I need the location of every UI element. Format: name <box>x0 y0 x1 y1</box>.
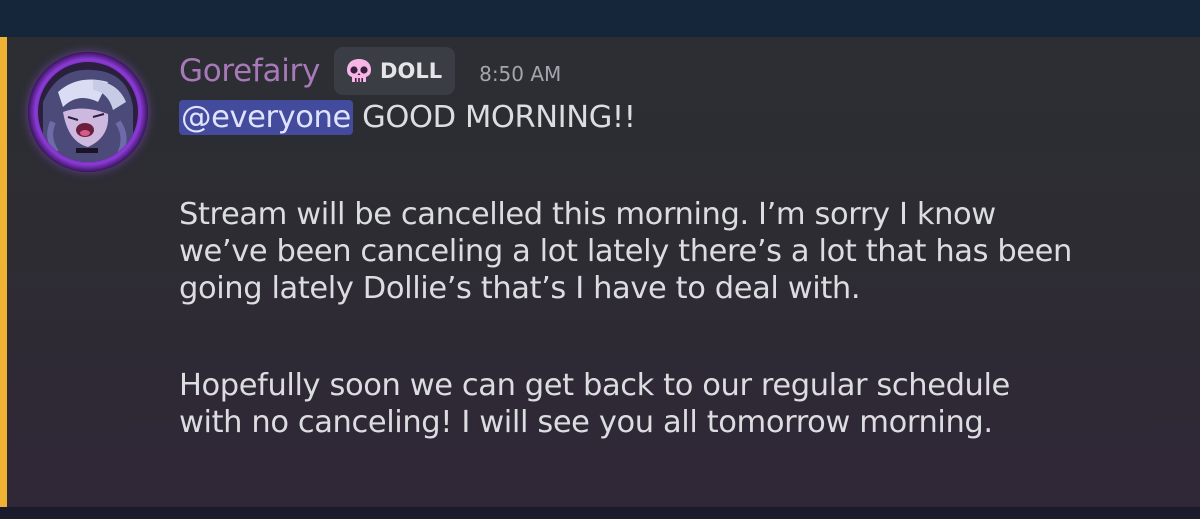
role-tag-label: DOLL <box>380 59 443 83</box>
message-line: Stream will be cancelled this morning. I… <box>179 197 996 232</box>
author-name[interactable]: Gorefairy <box>179 53 320 89</box>
message-line: @everyone GOOD MORNING!! <box>179 99 1179 136</box>
message-line: with no canceling! I will see you all to… <box>179 405 993 440</box>
message-line-text: GOOD MORNING!! <box>352 100 636 135</box>
role-tag[interactable]: DOLL <box>334 47 456 95</box>
message-line: we’ve been canceling a lot lately there’… <box>179 234 1072 269</box>
chat-message: Gorefairy DOLL 8:50 AM @everyone GOOD MO… <box>0 37 1200 507</box>
message-header: Gorefairy DOLL 8:50 AM <box>179 45 561 97</box>
top-bar <box>0 0 1200 37</box>
message-line: Hopefully soon we can get back to our re… <box>179 368 1010 403</box>
message-line: going lately Dollie’s that’s I have to d… <box>179 271 861 306</box>
mention-highlight-bar <box>0 37 7 507</box>
skull-icon <box>344 56 374 86</box>
avatar-image <box>38 62 138 162</box>
avatar[interactable] <box>28 52 148 172</box>
bottom-strip <box>0 507 1200 519</box>
message-content: @everyone GOOD MORNING!! Stream will be … <box>179 99 1179 441</box>
message-timestamp[interactable]: 8:50 AM <box>479 62 561 86</box>
everyone-mention[interactable]: @everyone <box>179 100 353 135</box>
